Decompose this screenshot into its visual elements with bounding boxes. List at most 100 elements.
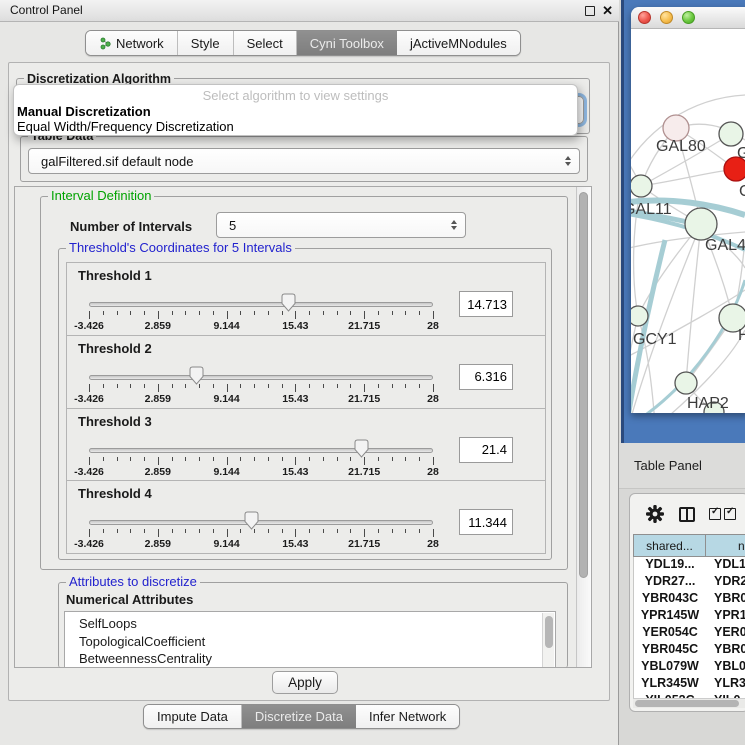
tick-label: 21.715 xyxy=(348,393,380,405)
network-view-titlebar[interactable] xyxy=(631,7,745,29)
table-cell[interactable]: YBL079W xyxy=(634,659,706,676)
table-row[interactable]: YDR27...YDR2 xyxy=(634,574,745,591)
tick-label: 15.43 xyxy=(282,466,308,478)
network-node-hap2[interactable] xyxy=(675,372,697,394)
table-cell[interactable]: YDR2 xyxy=(706,574,745,591)
threshold-value-input[interactable] xyxy=(459,364,513,390)
tab-infer-network[interactable]: Infer Network xyxy=(356,705,459,728)
tick-label: 9.144 xyxy=(213,466,239,478)
tab-impute-data[interactable]: Impute Data xyxy=(144,705,242,728)
close-traffic-light-icon[interactable] xyxy=(638,11,651,24)
tick-label: 2.859 xyxy=(145,466,171,478)
tab-select[interactable]: Select xyxy=(234,31,297,55)
slider-thumb[interactable] xyxy=(354,439,369,458)
table-cell[interactable]: YBR043C xyxy=(634,591,706,608)
slider-thumb[interactable] xyxy=(281,293,296,312)
table-cell[interactable]: YBL0 xyxy=(706,659,745,676)
slider-ticks xyxy=(89,529,433,538)
tick-mark xyxy=(295,457,296,465)
slider-track[interactable] xyxy=(89,302,433,307)
table-row[interactable]: YPR145WYPR1 xyxy=(634,608,745,625)
tick-mark xyxy=(309,311,310,315)
tick-mark xyxy=(350,311,351,315)
network-node-g[interactable] xyxy=(719,122,743,146)
table-cell[interactable]: YBR0 xyxy=(706,591,745,608)
tick-mark xyxy=(103,529,104,533)
column-header-shared[interactable]: shared... xyxy=(633,534,706,557)
minimize-traffic-light-icon[interactable] xyxy=(660,11,673,24)
network-graph[interactable]: GAL80 G C GAL11 GAL4 GCY1 H HAP2 xyxy=(631,29,745,413)
close-icon[interactable]: ✕ xyxy=(602,1,613,21)
control-panel-titlebar[interactable]: Control Panel ✕ xyxy=(0,0,619,22)
bottom-tabstrip: Impute Data Discretize Data Infer Networ… xyxy=(143,704,460,729)
table-row[interactable]: YLR345WYLR3 xyxy=(634,676,745,693)
checkbox-icon[interactable] xyxy=(724,508,736,520)
slider-track[interactable] xyxy=(89,520,433,525)
tick-mark xyxy=(144,384,145,388)
table-cell[interactable]: YLR345W xyxy=(634,676,706,693)
tab-jactivemnodules[interactable]: jActiveMNodules xyxy=(397,31,520,55)
network-node-gcy1[interactable] xyxy=(631,306,648,326)
number-of-intervals-combobox[interactable]: 5 xyxy=(216,212,466,238)
apply-button[interactable]: Apply xyxy=(272,671,338,694)
network-icon xyxy=(99,37,111,50)
scrollbar-thumb[interactable] xyxy=(579,192,588,578)
table-hscrollbar-thumb[interactable] xyxy=(635,700,739,707)
tab-discretize-data[interactable]: Discretize Data xyxy=(242,705,356,728)
table-cell[interactable]: YBR045C xyxy=(634,642,706,659)
table-cell[interactable]: YPR1 xyxy=(706,608,745,625)
table-row[interactable]: YBL079WYBL0 xyxy=(634,659,745,676)
threshold-value-input[interactable] xyxy=(459,291,513,317)
float-window-icon[interactable] xyxy=(585,6,595,16)
table-cell[interactable]: YDR27... xyxy=(634,574,706,591)
table-cell[interactable]: YLR3 xyxy=(706,676,745,693)
tick-mark xyxy=(117,529,118,533)
tick-mark xyxy=(227,529,228,537)
gear-icon[interactable] xyxy=(646,505,664,523)
table-cell[interactable]: YER054C xyxy=(634,625,706,642)
table-cell[interactable]: YPR145W xyxy=(634,608,706,625)
tab-style[interactable]: Style xyxy=(178,31,234,55)
tick-mark xyxy=(172,311,173,315)
table-row[interactable]: YBR045CYBR0 xyxy=(634,642,745,659)
tab-network[interactable]: Network xyxy=(86,31,178,55)
slider-thumb[interactable] xyxy=(189,366,204,385)
slider-thumb[interactable] xyxy=(244,511,259,530)
threshold-value-input[interactable] xyxy=(459,437,513,463)
slider-track[interactable] xyxy=(89,375,433,380)
list-item[interactable]: SelfLoops xyxy=(65,612,555,633)
slider-track[interactable] xyxy=(89,448,433,453)
threshold-value-input[interactable] xyxy=(459,509,513,535)
tab-label: jActiveMNodules xyxy=(410,36,507,51)
list-item[interactable]: BetweennessCentrality xyxy=(65,650,555,667)
threshold-slider: -3.426 2.859 9.144 15.43 21.715 28 xyxy=(89,409,433,481)
zoom-traffic-light-icon[interactable] xyxy=(682,11,695,24)
table-cell[interactable]: YDL1 xyxy=(706,557,745,574)
network-node-gal4[interactable] xyxy=(685,208,717,240)
column-header-name[interactable]: n xyxy=(705,534,745,557)
list-item[interactable]: TopologicalCoefficient xyxy=(65,633,555,651)
table-cell[interactable]: YBR0 xyxy=(706,642,745,659)
dropdown-item-manual-discretization[interactable]: Manual Discretization xyxy=(17,104,151,119)
split-column-icon[interactable] xyxy=(679,507,695,522)
tick-label: 9.144 xyxy=(213,320,239,332)
threshold-row-3: Threshold 3 -3.426 2.859 9.144 15.43 21.… xyxy=(67,409,545,482)
table-row[interactable]: YBR043CYBR0 xyxy=(634,591,745,608)
tick-label: -3.426 xyxy=(74,538,104,550)
tick-mark xyxy=(282,311,283,315)
network-canvas[interactable]: GAL80 G C GAL11 GAL4 GCY1 H HAP2 xyxy=(631,29,745,413)
tick-label: 15.43 xyxy=(282,393,308,405)
table-cell[interactable]: YDL19... xyxy=(634,557,706,574)
dropdown-item-equal-width-frequency[interactable]: Equal Width/Frequency Discretization xyxy=(17,119,234,134)
table-row[interactable]: YDL19...YDL1 xyxy=(634,557,745,574)
control-panel-window: Control Panel ✕ Network Style Select xyxy=(0,0,619,745)
list-scrollbar-thumb[interactable] xyxy=(545,616,553,648)
checkbox-icon[interactable] xyxy=(709,508,721,520)
table-cell[interactable]: YER0 xyxy=(706,625,745,642)
combo-arrows-icon xyxy=(565,153,571,169)
network-node-gal11[interactable] xyxy=(631,175,652,197)
table-row[interactable]: YER054CYER0 xyxy=(634,625,745,642)
interval-definition-title: Interval Definition xyxy=(48,189,154,203)
table-data-combobox[interactable]: galFiltered.sif default node xyxy=(28,148,580,174)
tab-cyni-toolbox[interactable]: Cyni Toolbox xyxy=(297,31,397,55)
